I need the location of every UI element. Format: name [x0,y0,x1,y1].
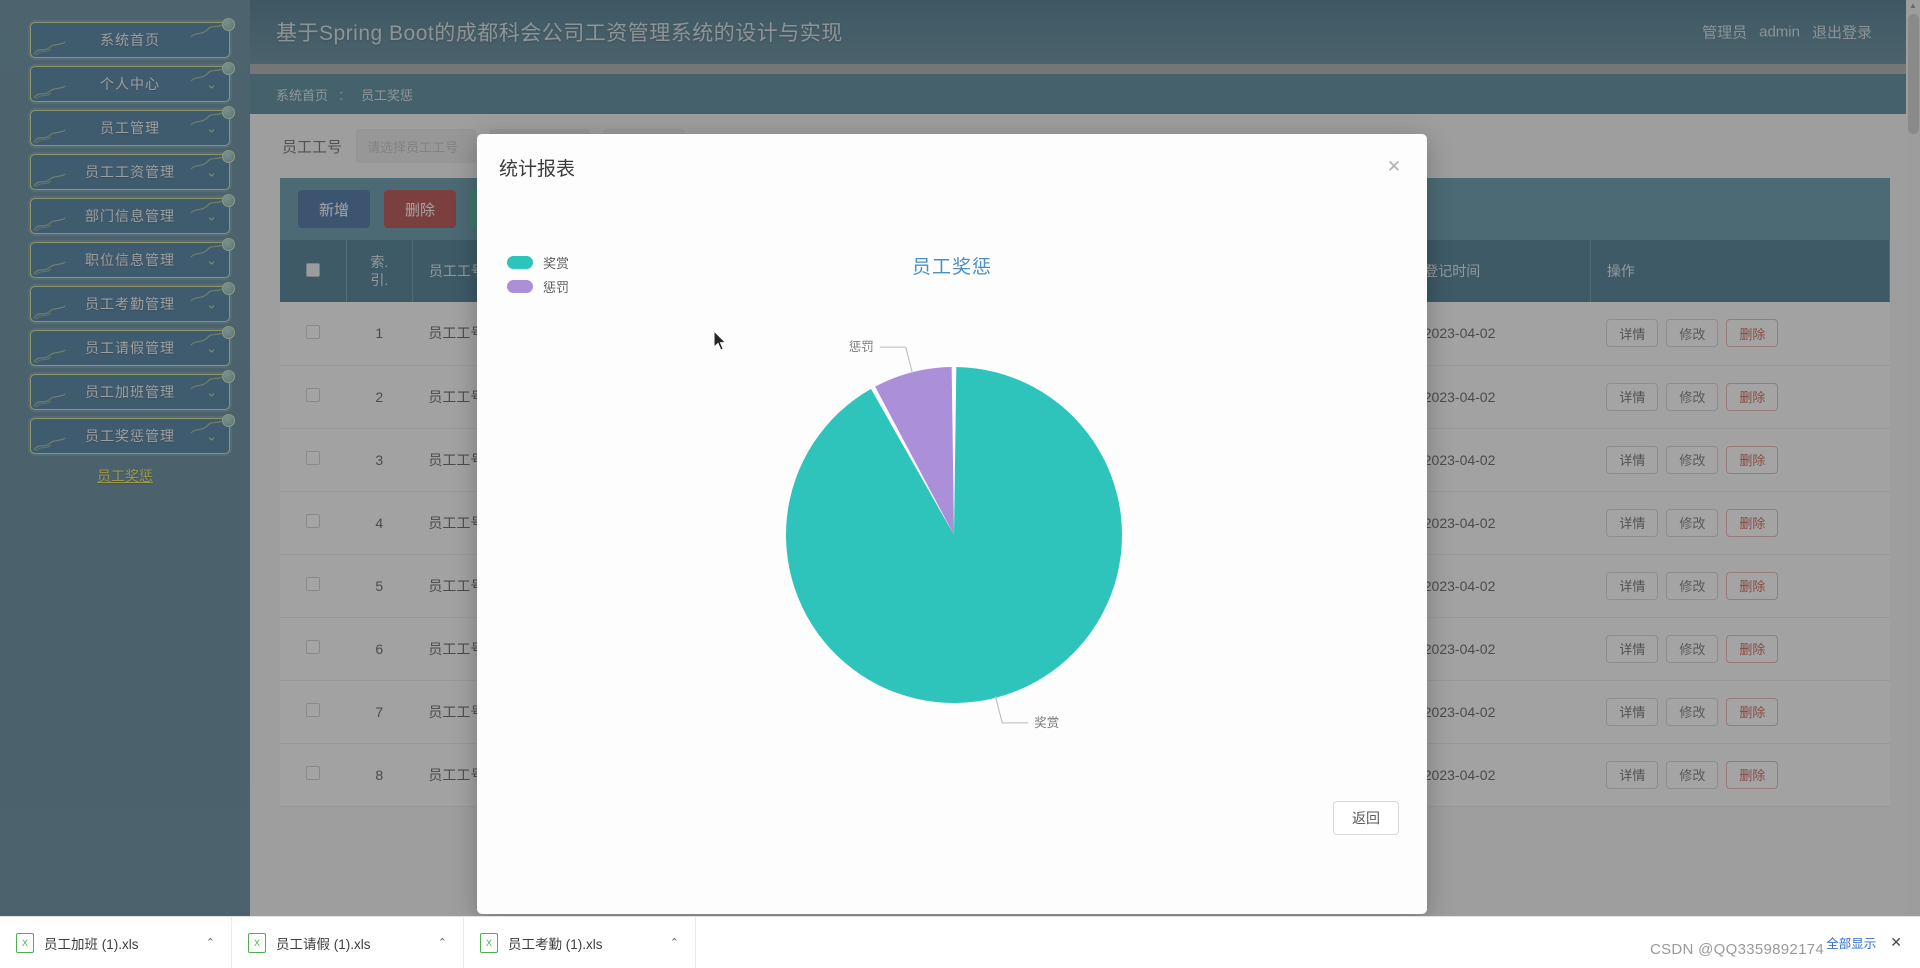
chart-title: 员工奖惩 [477,252,1427,279]
dialog-title: 统计报表 [499,154,575,181]
xls-file-icon: X [480,933,498,953]
download-bar: X 员工加班 (1).xls ⌃ X 员工请假 (1).xls ⌃ X 员工考勤 (1).xl… [0,916,1920,968]
download-items: X 员工加班 (1).xls ⌃ X 员工请假 (1).xls ⌃ X 员工考勤 (1).xl… [0,917,696,968]
page-root: 系统首页个人中心⌄员工管理⌄员工工资管理⌄部门信息管理⌄职位信息管理⌄员工考勤管… [0,0,1920,916]
close-download-bar-button[interactable]: ✕ [1890,934,1902,951]
legend-label-punishment: 惩罚 [543,277,569,296]
download-item[interactable]: X 员工考勤 (1).xls ⌃ [464,917,696,968]
svg-text:奖赏: 奖赏 [1034,716,1059,730]
download-file-name: 员工加班 (1).xls [44,933,139,953]
xls-file-icon: X [16,933,34,953]
pie-label-奖赏: 奖赏 [995,696,1059,730]
statistics-report-dialog: 统计报表 ✕ 奖赏 惩罚 员工奖惩 [477,134,1427,914]
xls-file-icon: X [248,933,266,953]
close-icon[interactable]: ✕ [1383,156,1405,178]
pie-chart: 奖赏 惩罚 员工奖惩 奖赏 惩罚 [477,200,1427,850]
dialog-footer: 返回 [477,786,1427,850]
download-item[interactable]: X 员工加班 (1).xls ⌃ [0,917,232,968]
screen: 系统首页个人中心⌄员工管理⌄员工工资管理⌄部门信息管理⌄职位信息管理⌄员工考勤管… [0,0,1920,968]
dialog-header: 统计报表 ✕ [477,134,1427,200]
pie-label-惩罚: 惩罚 [849,340,913,374]
legend-swatch-punishment [507,280,533,293]
svg-text:惩罚: 惩罚 [849,340,874,354]
pie-slice-奖赏[interactable] [786,367,1122,703]
watermark-text: CSDN @QQ3359892174 [1650,941,1824,958]
dialog-body: 奖赏 惩罚 员工奖惩 奖赏 惩罚 返回 [477,200,1427,850]
download-file-name: 员工请假 (1).xls [276,933,371,953]
pie-svg: 奖赏 惩罚 [477,330,1427,810]
download-file-name: 员工考勤 (1).xls [508,933,603,953]
chevron-up-icon[interactable]: ⌃ [670,936,679,949]
show-all-downloads-button[interactable]: 全部显示 [1826,933,1876,952]
back-button[interactable]: 返回 [1333,801,1399,835]
download-item[interactable]: X 员工请假 (1).xls ⌃ [232,917,464,968]
download-bar-right: 全部显示 ✕ [1826,916,1920,968]
chevron-up-icon[interactable]: ⌃ [206,936,215,949]
chevron-up-icon[interactable]: ⌃ [438,936,447,949]
pie-plot-area: 奖赏 惩罚 [477,330,1427,810]
